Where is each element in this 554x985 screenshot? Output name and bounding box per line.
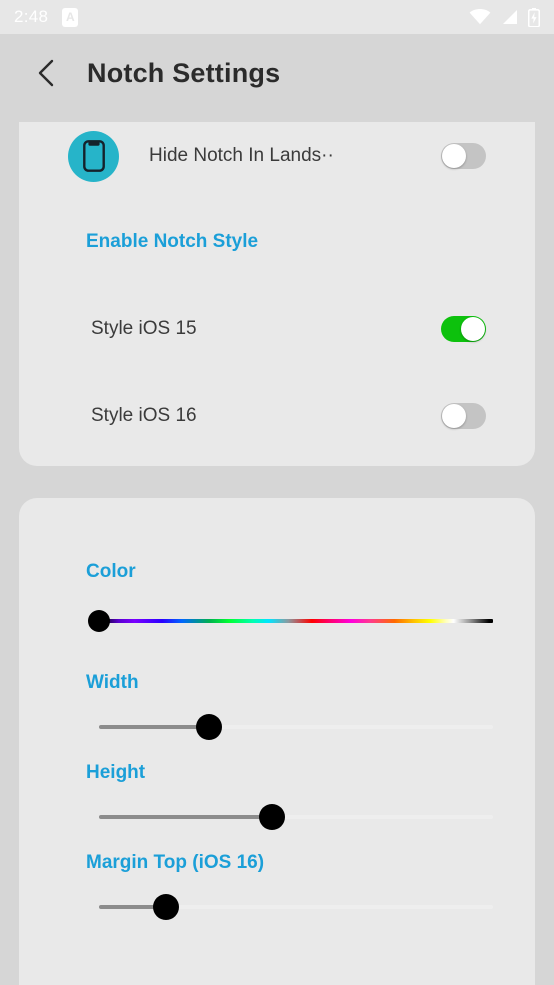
label-height: Height [86,762,146,783]
signal-icon [503,10,517,24]
phone-notch-icon [68,130,119,182]
toggle-style-ios-15[interactable] [441,316,486,342]
row-label-style-ios-16: Style iOS 16 [91,405,197,426]
app-bar: Notch Settings [0,34,554,112]
row-style-ios-16[interactable]: Style iOS 16 [19,386,535,446]
status-bar-left: 2:48 A [14,7,79,27]
color-gradient-track[interactable] [99,619,493,623]
label-margin-top: Margin Top (iOS 16) [86,852,265,873]
row-label-hide-notch: Hide Notch In Lands·· [149,145,334,166]
wifi-icon [469,9,491,25]
battery-charging-icon [528,7,540,27]
slider-thumb-width[interactable] [196,714,223,740]
toggle-thumb [442,144,466,168]
color-slider-thumb[interactable] [88,610,110,632]
page-title: Notch Settings [87,57,281,88]
status-bar-right [469,7,540,27]
settings-scroll-area[interactable]: Hide Notch In Lands·· Enable Notch Style… [0,112,554,985]
notch-settings-card: Hide Notch In Lands·· Enable Notch Style… [19,122,535,466]
slider-fill [99,815,273,819]
phone-notch-glyph [82,140,105,172]
row-label-style-ios-15: Style iOS 15 [91,318,197,339]
slider-fill [99,725,210,729]
toggle-hide-notch-in-landscape[interactable] [441,143,486,169]
toggle-thumb [442,404,466,428]
slider-thumb-margin-top[interactable] [152,894,179,920]
status-bar: 2:48 A [0,0,554,34]
status-time: 2:48 [14,7,49,26]
toggle-style-ios-16[interactable] [441,403,486,429]
card-spacer [0,466,554,498]
slider-height[interactable] [99,797,493,837]
chevron-left-icon [38,59,54,87]
slider-color[interactable] [88,601,493,641]
app-badge-letter: A [65,10,75,24]
slider-thumb-height[interactable] [259,804,286,830]
label-width: Width [86,672,139,693]
row-hide-notch-in-landscape[interactable]: Hide Notch In Lands·· [19,126,535,186]
back-button[interactable] [26,53,66,93]
row-style-ios-15[interactable]: Style iOS 15 [19,299,535,359]
label-color: Color [86,561,136,582]
app-notification-icon: A [62,7,79,27]
toggle-thumb [461,317,485,341]
appearance-card: Color Width Height Margin Top (iOS 16) [19,498,535,985]
slider-width[interactable] [99,707,493,747]
slider-margin-top[interactable] [99,887,493,927]
section-header-enable-notch-style: Enable Notch Style [86,231,259,252]
